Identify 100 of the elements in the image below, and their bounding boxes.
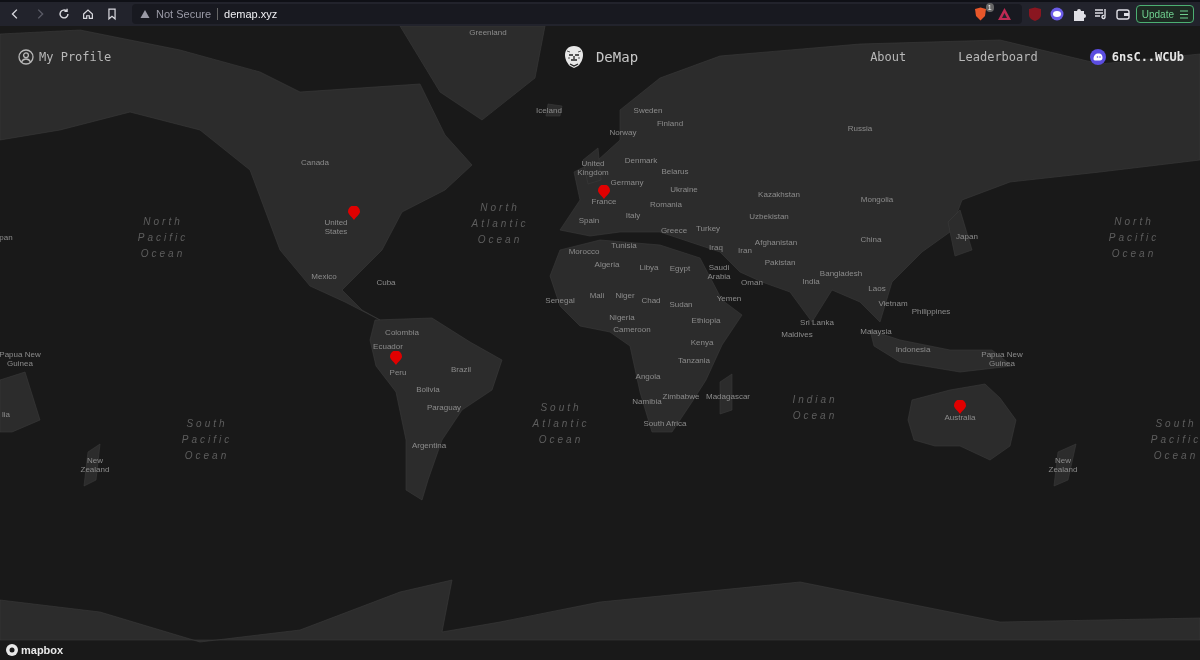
mapbox-logo[interactable]: mapbox (6, 644, 64, 656)
country-label: Kazakhstan (758, 190, 800, 200)
country-label: Ecuador (373, 342, 403, 352)
wallet-button[interactable]: 6nsC..WCUb (1089, 49, 1184, 65)
profile-link[interactable]: My Profile (18, 49, 112, 65)
update-button[interactable]: Update (1135, 5, 1194, 23)
user-icon (18, 49, 34, 65)
country-label: Norway (609, 128, 637, 138)
country-label: South Africa (643, 419, 687, 429)
country-label: pan (0, 233, 13, 243)
country-label: Romania (650, 200, 682, 210)
country-label: Uzbekistan (749, 212, 789, 222)
country-label: Japan (956, 232, 978, 242)
triangle-icon[interactable] (995, 5, 1014, 23)
country-label: China (860, 235, 882, 245)
country-label: New Zealand (1047, 457, 1079, 475)
country-label: Indonesia (895, 345, 931, 355)
country-label: Philippines (911, 307, 951, 317)
country-label: Ukraine (670, 185, 698, 195)
country-label: Laos (868, 284, 886, 294)
country-label: Senegal (545, 296, 575, 306)
country-label: Maldives (781, 330, 813, 340)
country-label: Afghanistan (754, 238, 798, 248)
country-label: Malaysia (860, 327, 892, 337)
country-label: Papua New Guinea (0, 351, 42, 369)
brand-name: DeMap (595, 49, 639, 65)
ocean-label: North Pacific Ocean (1107, 215, 1161, 261)
nav-link[interactable]: About (870, 50, 907, 64)
country-label: Argentina (411, 441, 447, 451)
country-label: New Zealand (79, 457, 111, 475)
country-label: Denmark (624, 156, 658, 166)
reload-icon (57, 7, 71, 21)
country-label: Spain (578, 216, 600, 226)
country-label: Tunisia (611, 241, 637, 251)
country-label: Papua New Guinea (980, 351, 1024, 369)
country-label: Iraq (709, 243, 723, 253)
ocean-label: North Pacific Ocean (136, 215, 190, 261)
country-label: Sri Lanka (800, 318, 834, 328)
country-label: Saudi Arabia (706, 264, 732, 282)
country-label: Zimbabwe (662, 392, 700, 401)
country-label: Brazil (451, 365, 471, 375)
country-label: Vietnam (878, 299, 908, 309)
country-label: Algeria (594, 260, 620, 270)
bookmark-icon (105, 7, 119, 21)
ocean-label: South Atlantic Ocean (531, 401, 591, 447)
country-label: Iceland (536, 106, 562, 116)
country-label: Namibia (632, 397, 662, 407)
nav-link[interactable]: Leaderboard (958, 50, 1038, 64)
country-label: Oman (741, 278, 763, 288)
country-label: India (802, 277, 820, 287)
country-label: Paraguay (426, 403, 462, 413)
country-label: Germany (610, 178, 644, 188)
country-label: Pakistan (764, 258, 796, 268)
country-label: Italy (625, 211, 641, 221)
country-label: Libya (639, 263, 659, 273)
ocean-label: North Atlantic Ocean (470, 201, 530, 247)
map-pin-icon[interactable] (390, 351, 402, 365)
ocean-label: Indian Ocean (791, 393, 839, 423)
country-label: Niger (615, 291, 635, 301)
country-label: Colombia (385, 328, 419, 338)
country-label: Finland (656, 119, 684, 129)
security-label: Not Secure (156, 8, 212, 20)
country-label: France (591, 197, 617, 207)
country-label: Mongolia (860, 195, 894, 205)
country-label: Bolivia (416, 385, 440, 395)
country-label: Madagascar (706, 392, 750, 402)
warning-icon (140, 9, 150, 19)
country-label: Bangladesh (819, 269, 863, 279)
map-pin-icon[interactable] (954, 400, 966, 414)
country-label: Mali (589, 291, 605, 301)
ocean-label: South Pacific Ocean (180, 417, 234, 463)
country-label: Greece (660, 226, 688, 236)
country-label: Russia (847, 124, 873, 134)
country-label: Nigeria (609, 313, 635, 323)
country-label: Egypt (669, 264, 691, 274)
home-icon (81, 7, 95, 21)
country-label: Mexico (311, 272, 337, 282)
country-label: Ethiopia (691, 316, 721, 326)
country-label: Australia (944, 413, 976, 423)
ocean-label: South Pacific Ocean (1149, 417, 1200, 463)
country-label: Canada (301, 158, 329, 168)
country-label: lia (2, 410, 10, 420)
country-label: Kenya (690, 338, 714, 348)
country-label: United States (323, 219, 349, 237)
country-label: Cameroon (613, 325, 651, 335)
country-label: Sudan (669, 300, 693, 310)
map-pin-icon[interactable] (348, 206, 360, 220)
country-label: Peru (389, 368, 407, 378)
country-label: Morocco (568, 247, 600, 257)
country-label: Tanzania (678, 356, 710, 366)
country-label: Yemen (716, 294, 742, 304)
map-pin-icon[interactable] (598, 185, 610, 199)
country-label: Sweden (633, 106, 663, 116)
country-label: Belarus (661, 167, 689, 177)
country-label: Angola (635, 372, 661, 382)
country-label: Cuba (376, 278, 396, 288)
country-label: Iran (738, 246, 752, 256)
country-label: Turkey (695, 224, 721, 234)
url-text: demap.xyz (224, 8, 278, 20)
country-label: United Kingdom (576, 160, 610, 178)
